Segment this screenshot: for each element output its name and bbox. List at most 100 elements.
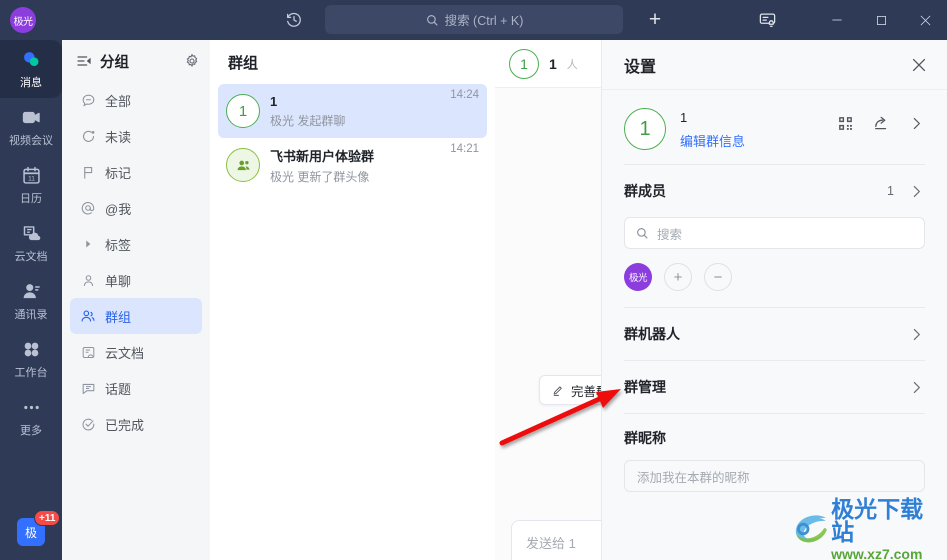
history-icon[interactable] xyxy=(285,11,303,29)
chevron-right-icon[interactable] xyxy=(908,115,925,132)
nav-item-single-chat[interactable]: 单聊 xyxy=(70,262,202,298)
group-nickname-label: 群昵称 xyxy=(624,430,666,446)
cloud-doc-icon xyxy=(80,344,96,360)
remove-member-button[interactable]: − xyxy=(704,263,732,291)
people-icon xyxy=(237,160,249,170)
nav-item-groups[interactable]: 群组 xyxy=(70,298,202,334)
nav-item-done[interactable]: 已完成 xyxy=(70,406,202,442)
add-member-button[interactable]: + xyxy=(664,263,692,291)
chat-row-body: 1 极光 发起群聊 xyxy=(270,94,440,129)
member-search-placeholder: 搜索 xyxy=(657,227,683,242)
chat-row-time: 14:21 xyxy=(450,143,479,155)
conversation-member-hint: 人 xyxy=(566,58,578,71)
nav-label-unread: 未读 xyxy=(105,129,132,145)
close-button[interactable] xyxy=(903,0,947,40)
qr-code-icon[interactable] xyxy=(837,115,854,132)
more-dots-icon xyxy=(20,397,42,419)
rail-item-contacts[interactable]: 通讯录 xyxy=(0,272,62,330)
group-management-label: 群管理 xyxy=(624,379,666,395)
nav-label-flagged: 标记 xyxy=(105,165,132,181)
window-controls xyxy=(815,0,947,40)
topic-icon xyxy=(80,380,96,396)
global-search-placeholder: 搜索 (Ctrl + K) xyxy=(444,14,524,28)
single-chat-icon xyxy=(80,272,96,288)
app-window: 极光 搜索 (Ctrl + K) + 消息 视频会议 11 日历 云文档 通讯录… xyxy=(0,0,947,560)
group-icon xyxy=(80,308,96,324)
nav-label-topics: 话题 xyxy=(105,381,132,397)
group-settings-panel: 设置 1 1 编辑群信息 群成员 1 搜索 极光 + − 群机器人 群管理 群昵… xyxy=(601,40,947,560)
gear-icon[interactable] xyxy=(184,53,200,69)
group-robots-row[interactable]: 群机器人 xyxy=(624,308,925,360)
nav-item-tags[interactable]: 标签 xyxy=(70,226,202,262)
rail-bottom: 极 +11 xyxy=(0,504,62,560)
nav-label-done: 已完成 xyxy=(105,417,145,433)
rail-label-contacts: 通讯录 xyxy=(14,308,48,321)
rail-item-calendar[interactable]: 11 日历 xyxy=(0,156,62,214)
chevron-right-icon[interactable] xyxy=(908,379,925,396)
nav-item-all[interactable]: 全部 xyxy=(70,82,202,118)
settings-body: 1 1 编辑群信息 群成员 1 搜索 极光 + − 群机器人 群管理 群昵称 添… xyxy=(602,90,947,492)
edit-group-info-link[interactable]: 编辑群信息 xyxy=(680,131,823,150)
unread-badge: +11 xyxy=(34,510,61,526)
group-avatar[interactable]: 1 xyxy=(624,108,666,150)
group-name: 1 xyxy=(680,110,688,125)
notification-board-icon[interactable] xyxy=(758,11,777,30)
close-icon[interactable] xyxy=(909,55,929,75)
nav-item-unread[interactable]: 未读 xyxy=(70,118,202,154)
minimize-button[interactable] xyxy=(815,0,859,40)
rail-label-video-meeting: 视频会议 xyxy=(9,134,53,147)
maximize-button[interactable] xyxy=(859,0,903,40)
member-search-input[interactable]: 搜索 xyxy=(624,217,925,249)
pencil-icon xyxy=(553,385,562,396)
chevron-right-icon[interactable] xyxy=(908,183,925,200)
search-icon xyxy=(426,14,438,26)
nav-label-at-me: @我 xyxy=(105,201,132,217)
member-avatar[interactable]: 极光 xyxy=(624,263,652,291)
nav-item-topics[interactable]: 话题 xyxy=(70,370,202,406)
rail-item-messages[interactable]: 消息 xyxy=(0,40,62,98)
nav-item-at-me[interactable]: @我 xyxy=(70,190,202,226)
nav-item-flagged[interactable]: 标记 xyxy=(70,154,202,190)
nav-label-cloud-doc: 云文档 xyxy=(105,345,145,361)
video-meeting-icon xyxy=(20,107,42,129)
nav-label-single-chat: 单聊 xyxy=(105,273,132,289)
chat-row-subtitle: 极光 更新了群头像 xyxy=(270,169,370,184)
at-me-icon xyxy=(80,200,96,216)
nav-label-all: 全部 xyxy=(105,93,132,109)
global-search-box[interactable]: 搜索 (Ctrl + K) xyxy=(325,5,623,34)
settings-header: 设置 xyxy=(602,40,947,90)
chat-list-panel: 群组 1 1 极光 发起群聊 14:24 飞书新用户体验群 极光 更新了群头像 xyxy=(210,40,495,560)
rail-item-video-meeting[interactable]: 视频会议 xyxy=(0,98,62,156)
rail-item-workspace[interactable]: 工作台 xyxy=(0,330,62,388)
chat-row-subtitle: 极光 发起群聊 xyxy=(270,113,346,128)
rail-item-more[interactable]: 更多 xyxy=(0,388,62,446)
done-check-icon xyxy=(80,416,96,432)
filter-sidebar-header: 分组 xyxy=(62,40,210,82)
new-item-button[interactable]: + xyxy=(645,9,665,30)
svg-text:11: 11 xyxy=(28,175,35,182)
group-robots-label: 群机器人 xyxy=(624,326,680,342)
group-nickname-input[interactable]: 添加我在本群的昵称 xyxy=(624,460,925,492)
group-info-actions xyxy=(837,108,925,132)
rail-label-more: 更多 xyxy=(20,424,42,437)
group-info-block: 1 1 编辑群信息 xyxy=(624,90,925,164)
chat-list-row[interactable]: 飞书新用户体验群 极光 更新了群头像 14:21 xyxy=(218,138,487,192)
members-section-header[interactable]: 群成员 1 xyxy=(624,165,925,217)
chat-list-title: 群组 xyxy=(228,54,259,72)
triangle-right-icon xyxy=(80,236,96,252)
brand-avatar[interactable]: 极光 xyxy=(10,7,36,33)
chat-list-row[interactable]: 1 1 极光 发起群聊 14:24 xyxy=(218,84,487,138)
avatar xyxy=(226,148,260,182)
chat-row-name: 1 xyxy=(270,93,278,109)
collapse-list-icon[interactable] xyxy=(76,53,92,69)
share-icon[interactable] xyxy=(872,114,890,132)
rail-label-cloud-doc: 云文档 xyxy=(14,250,48,263)
chevron-right-icon[interactable] xyxy=(908,326,925,343)
nav-item-cloud-doc[interactable]: 云文档 xyxy=(70,334,202,370)
rail-label-workspace: 工作台 xyxy=(14,366,48,379)
group-management-row[interactable]: 群管理 xyxy=(624,361,925,413)
calendar-icon: 11 xyxy=(20,165,42,187)
rail-item-cloud-doc[interactable]: 云文档 xyxy=(0,214,62,272)
cloud-doc-icon xyxy=(20,223,42,245)
nav-label-tags: 标签 xyxy=(105,237,132,253)
